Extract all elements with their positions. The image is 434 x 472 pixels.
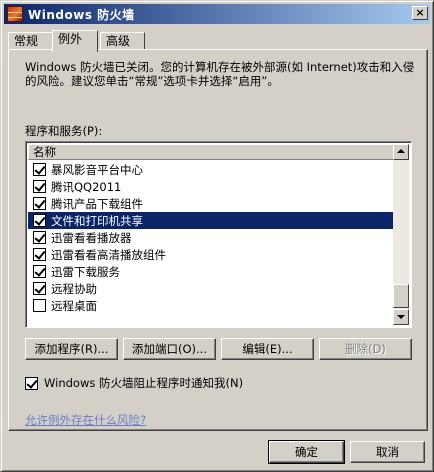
delete-button[interactable]: 删除(D) [319, 338, 412, 360]
close-button[interactable]: × [412, 6, 428, 20]
program-name: 迅雷看看播放器 [51, 230, 132, 245]
program-name: 迅雷下载服务 [51, 264, 120, 279]
list-item[interactable]: 文件和打印机共享 [28, 212, 394, 229]
exception-checkbox[interactable] [33, 248, 46, 261]
program-name: 迅雷看看高清播放组件 [51, 247, 166, 262]
list-item[interactable]: 迅雷下载服务 [28, 263, 394, 280]
tab-advanced[interactable]: 高级 [100, 32, 145, 50]
programs-list[interactable]: 名称 暴风影音平台中心 腾讯QQ2011 腾讯产品下载组件 文件和打印机共享 迅… [25, 141, 412, 328]
list-item[interactable]: 腾讯产品下载组件 [28, 195, 394, 212]
vertical-scrollbar[interactable] [393, 144, 409, 325]
list-item[interactable]: 远程桌面 [28, 297, 394, 314]
scroll-down-button[interactable] [393, 309, 409, 325]
down-arrow-icon [397, 315, 405, 319]
firewall-icon [7, 6, 23, 22]
list-item[interactable]: 远程协助 [28, 280, 394, 297]
list-item[interactable]: 暴风影音平台中心 [28, 161, 394, 178]
notify-label: Windows 防火墙阻止程序时通知我(N) [44, 376, 244, 390]
program-name: 文件和打印机共享 [51, 213, 143, 228]
exception-checkbox[interactable] [33, 299, 46, 312]
add-program-button[interactable]: 添加程序(R)... [25, 338, 118, 360]
exception-checkbox[interactable] [33, 197, 46, 210]
exceptions-risk-link[interactable]: 允许例外存在什么风险? [25, 412, 146, 428]
program-name: 暴风影音平台中心 [51, 162, 143, 177]
tab-general[interactable]: 常规 [8, 32, 53, 50]
exception-checkbox[interactable] [33, 265, 46, 278]
programs-label: 程序和服务(P): [25, 124, 103, 138]
title-bar[interactable]: Windows 防火墙 × [4, 4, 430, 24]
list-item[interactable]: 迅雷看看高清播放组件 [28, 246, 394, 263]
exception-checkbox[interactable] [33, 180, 46, 193]
up-arrow-icon [397, 149, 405, 153]
exceptions-panel: Windows 防火墙已关闭。您的计算机存在被外部源(如 Internet)攻击… [8, 49, 428, 431]
notify-option[interactable]: Windows 防火墙阻止程序时通知我(N) [25, 375, 243, 391]
program-name: 腾讯QQ2011 [51, 179, 122, 194]
program-name: 远程桌面 [51, 298, 97, 313]
program-rows: 暴风影音平台中心 腾讯QQ2011 腾讯产品下载组件 文件和打印机共享 迅雷看看… [28, 161, 394, 314]
add-port-button[interactable]: 添加端口(O)... [123, 338, 216, 360]
edit-button[interactable]: 编辑(E)... [221, 338, 314, 360]
exception-checkbox[interactable] [33, 231, 46, 244]
scroll-up-button[interactable] [393, 144, 409, 160]
scroll-thumb[interactable] [393, 284, 409, 308]
list-item[interactable]: 迅雷看看播放器 [28, 229, 394, 246]
exception-checkbox[interactable] [33, 282, 46, 295]
exception-checkbox[interactable] [33, 163, 46, 176]
window-title: Windows 防火墙 [28, 7, 135, 22]
program-name: 腾讯产品下载组件 [51, 196, 143, 211]
program-name: 远程协助 [51, 281, 97, 296]
ok-button[interactable]: 确定 [268, 440, 345, 464]
cancel-button[interactable]: 取消 [350, 441, 425, 463]
notify-checkbox[interactable] [25, 376, 38, 390]
exception-checkbox[interactable] [33, 214, 46, 227]
firewall-dialog: Windows 防火墙 × 常规 例外 高级 Windows 防火墙已关闭。您的… [0, 0, 434, 472]
firewall-off-warning: Windows 防火墙已关闭。您的计算机存在被外部源(如 Internet)攻击… [25, 60, 415, 88]
tab-exceptions[interactable]: 例外 [52, 30, 98, 52]
list-item[interactable]: 腾讯QQ2011 [28, 178, 394, 195]
column-header-name[interactable]: 名称 [28, 144, 394, 160]
